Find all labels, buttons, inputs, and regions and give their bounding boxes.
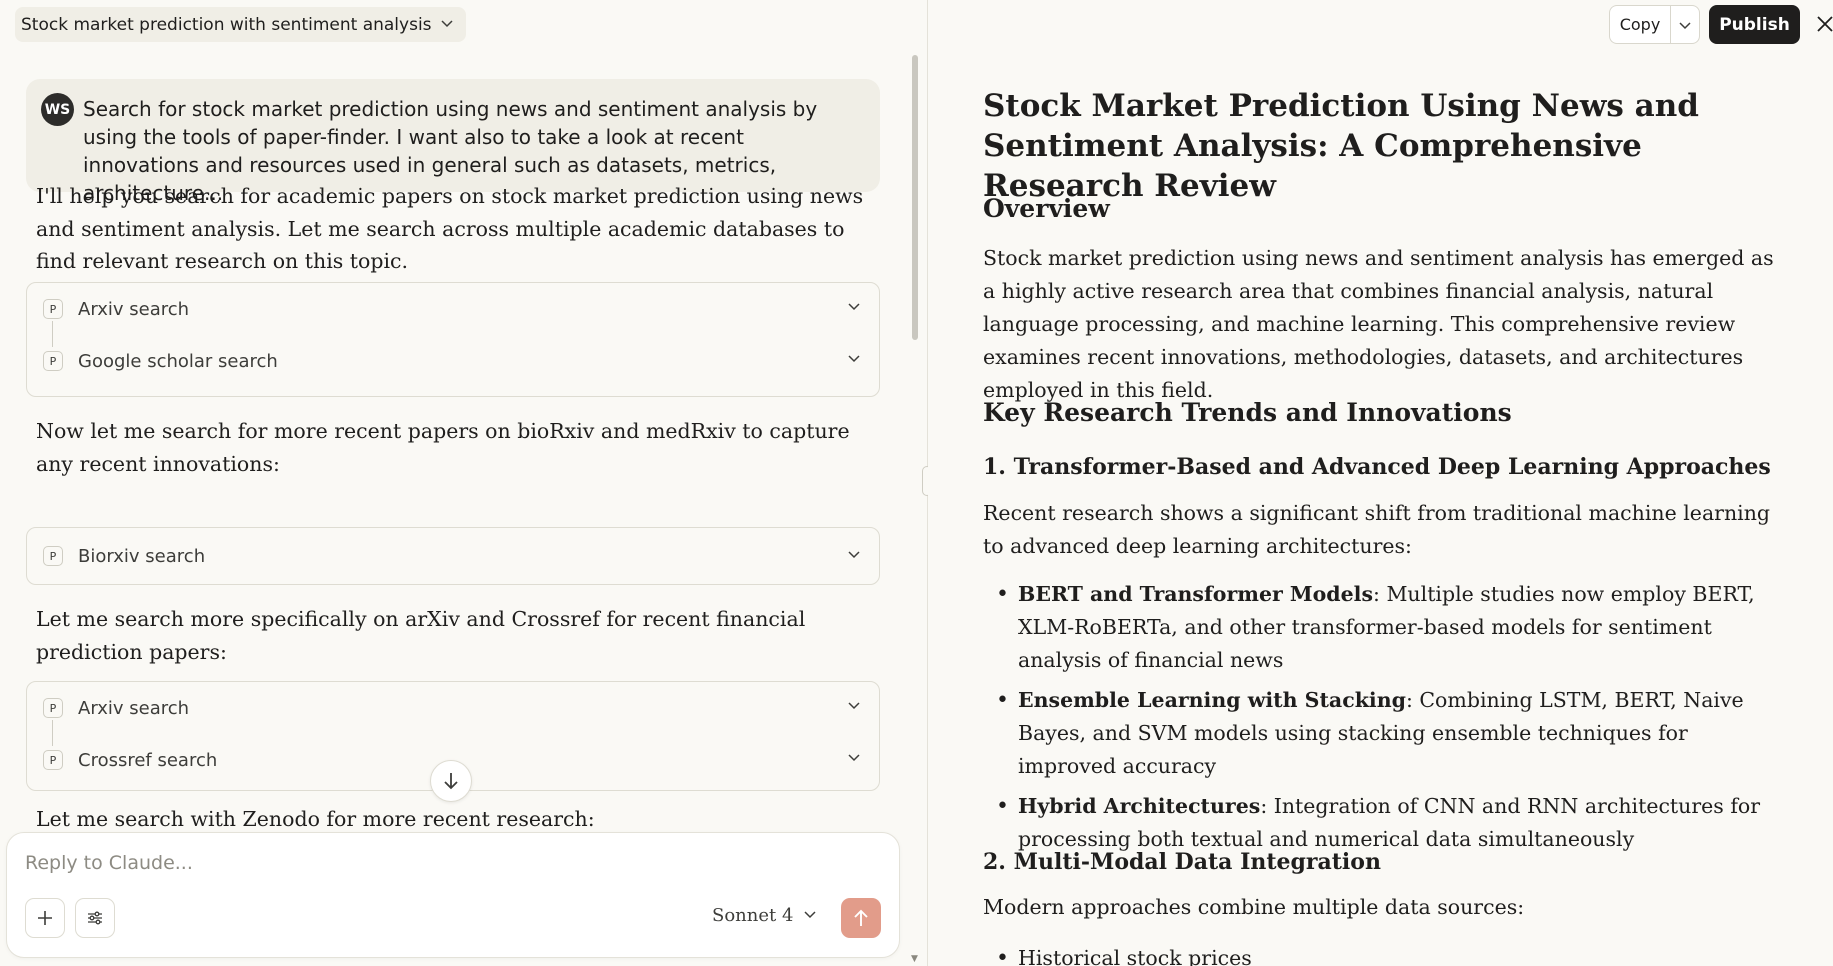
model-selector[interactable]: Sonnet 4 <box>712 905 817 926</box>
close-artifact-button[interactable] <box>1813 10 1833 38</box>
chevron-down-icon[interactable] <box>847 547 861 565</box>
arrow-up-icon <box>854 909 868 926</box>
user-message: WS Search for stock market prediction us… <box>26 79 880 205</box>
chevron-down-icon[interactable] <box>847 299 861 317</box>
assistant-message: Let me search with Zenodo for more recen… <box>36 807 595 830</box>
copy-button[interactable]: Copy <box>1609 5 1670 44</box>
list-item: Ensemble Learning with Stacking: Combini… <box>983 684 1788 783</box>
model-name: Sonnet 4 <box>712 905 794 926</box>
chevron-down-icon[interactable] <box>847 750 861 768</box>
scroll-to-bottom-button[interactable] <box>430 760 472 802</box>
tools-settings-button[interactable] <box>75 898 115 938</box>
plugin-badge: P <box>43 299 63 319</box>
publish-button[interactable]: Publish <box>1709 5 1800 44</box>
assistant-message: Let me search more specifically on arXiv… <box>36 607 806 664</box>
plus-icon <box>38 911 52 925</box>
conversation-title: Stock market prediction with sentiment a… <box>21 14 432 35</box>
section-2-intro: Modern approaches combine multiple data … <box>983 895 1525 919</box>
list-item: Historical stock prices <box>983 942 1788 966</box>
assistant-message: Now let me search for more recent papers… <box>36 419 850 476</box>
chevron-down-icon <box>440 16 454 34</box>
chat-scroll-area[interactable]: WS Search for stock market prediction us… <box>0 55 927 830</box>
scrollbar-thumb[interactable] <box>912 55 918 340</box>
bullet-term: BERT and Transformer Models <box>1018 582 1374 606</box>
tool-call-biorxiv-search[interactable]: P Biorxiv search <box>27 528 879 584</box>
arrow-down-icon <box>444 773 458 790</box>
plugin-badge: P <box>43 698 63 718</box>
tool-call-group: P Biorxiv search <box>26 527 880 585</box>
list-item: BERT and Transformer Models: Multiple st… <box>983 578 1788 677</box>
artifact-panel: Copy Publish Stock Market Prediction Usi… <box>928 0 1833 966</box>
section-1-bullets: BERT and Transformer Models: Multiple st… <box>983 578 1788 856</box>
plugin-badge: P <box>43 546 63 566</box>
tool-call-group: P Arxiv search P Google scholar search <box>26 282 880 397</box>
tool-call-label: Arxiv search <box>78 298 190 320</box>
overview-heading: Overview <box>983 194 1110 223</box>
overview-paragraph: Stock market prediction using news and s… <box>983 246 1774 402</box>
sliders-icon <box>88 911 102 925</box>
add-button[interactable] <box>25 898 65 938</box>
conversation-title-dropdown[interactable]: Stock market prediction with sentiment a… <box>15 7 466 42</box>
bullet-term: Hybrid Architectures <box>1018 794 1261 818</box>
chevron-down-icon[interactable] <box>847 698 861 716</box>
section-1-heading: 1. Transformer-Based and Advanced Deep L… <box>983 454 1771 480</box>
section-2-bullets: Historical stock prices <box>983 942 1788 966</box>
section-1-intro: Recent research shows a significant shif… <box>983 501 1771 558</box>
tool-call-label: Biorxiv search <box>78 545 206 567</box>
document-title: Stock Market Prediction Using News and S… <box>983 88 1699 204</box>
bullet-term: Ensemble Learning with Stacking <box>1018 688 1406 712</box>
send-button[interactable] <box>841 898 881 938</box>
tool-call-label: Crossref search <box>78 749 218 771</box>
plugin-badge: P <box>43 351 63 371</box>
reply-input[interactable] <box>25 847 845 879</box>
assistant-message: I'll help you search for academic papers… <box>36 184 864 273</box>
chevron-down-icon[interactable] <box>847 351 861 369</box>
tool-call-arxiv-search[interactable]: P Arxiv search <box>27 682 879 746</box>
scroll-down-arrow-icon[interactable]: ▼ <box>911 954 918 964</box>
close-icon <box>1817 16 1833 32</box>
tool-call-label: Google scholar search <box>78 350 278 372</box>
chevron-down-icon <box>803 907 817 924</box>
copy-options-dropdown[interactable] <box>1670 5 1700 44</box>
trends-heading: Key Research Trends and Innovations <box>983 398 1512 427</box>
chevron-down-icon <box>1679 21 1691 29</box>
section-2-heading: 2. Multi-Modal Data Integration <box>983 849 1381 875</box>
chat-scrollbar[interactable] <box>910 55 920 960</box>
avatar: WS <box>41 93 74 126</box>
plugin-badge: P <box>43 750 63 770</box>
chat-panel: Stock market prediction with sentiment a… <box>0 0 927 966</box>
tool-call-label: Arxiv search <box>78 697 190 719</box>
composer: Sonnet 4 <box>6 832 900 958</box>
artifact-toolbar: Copy Publish <box>1533 0 1833 48</box>
tool-call-arxiv-search[interactable]: P Arxiv search <box>27 283 879 347</box>
tool-call-google-scholar-search[interactable]: P Google scholar search <box>27 335 879 387</box>
